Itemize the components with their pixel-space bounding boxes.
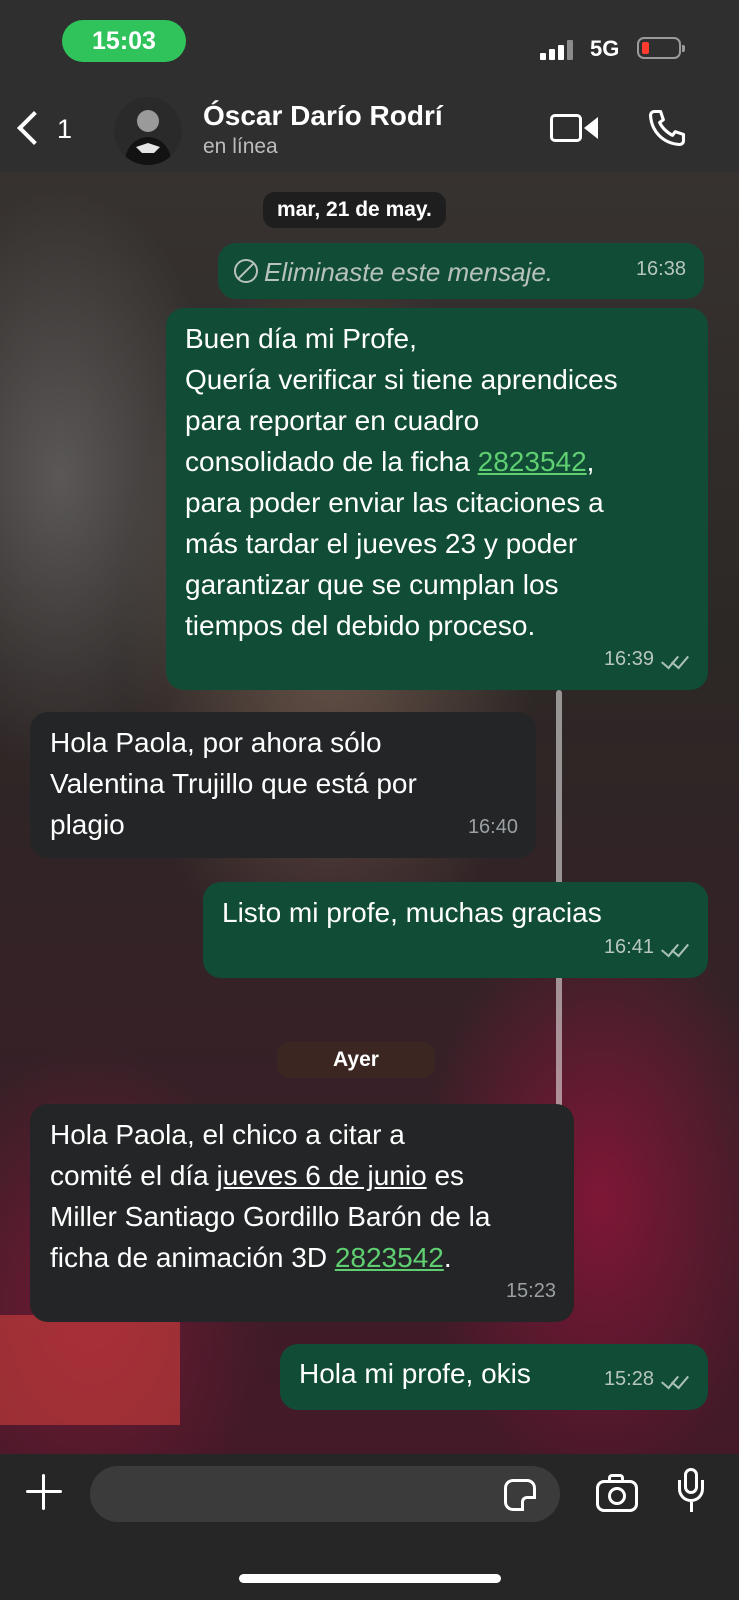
date-separator: Ayer xyxy=(277,1042,435,1078)
contact-name[interactable]: Óscar Darío Rodrí xyxy=(203,100,443,132)
read-receipt-icon xyxy=(660,1372,690,1388)
ficha-link[interactable]: 2823542 xyxy=(478,446,587,477)
chat-header: 1 Óscar Darío Rodrí en línea xyxy=(0,90,739,172)
message-time: 16:41 xyxy=(603,936,654,958)
message-time: 15:23 xyxy=(505,1280,556,1302)
message-time: 15:28 xyxy=(603,1368,654,1390)
voice-call-button[interactable] xyxy=(645,106,689,150)
message-text: Hola mi profe, okis xyxy=(299,1358,531,1389)
deleted-text: Eliminaste este mensaje. xyxy=(264,257,554,287)
message-incoming[interactable]: Hola Paola, el chico a citar a comité el… xyxy=(30,1104,574,1322)
message-text: Listo mi profe, muchas gracias xyxy=(222,897,602,928)
date-link[interactable]: jueves 6 de junio xyxy=(217,1160,427,1191)
date-separator: mar, 21 de may. xyxy=(263,192,446,228)
ficha-link[interactable]: 2823542 xyxy=(335,1242,444,1273)
video-call-icon xyxy=(550,114,582,142)
message-list[interactable]: mar, 21 de may. Eliminaste este mensaje.… xyxy=(0,172,739,1454)
battery-level xyxy=(642,42,649,54)
message-deleted[interactable]: Eliminaste este mensaje. 16:38 xyxy=(218,243,704,299)
status-time: 15:03 xyxy=(62,20,186,62)
read-receipt-icon xyxy=(660,652,690,668)
read-receipt-icon xyxy=(660,940,690,956)
message-outgoing[interactable]: Listo mi profe, muchas gracias 16:41 xyxy=(203,882,708,978)
message-outgoing[interactable]: Hola mi profe, okis 15:28 xyxy=(280,1344,708,1410)
message-text: Hola Paola, por ahora sólo Valentina Tru… xyxy=(50,727,417,840)
camera-button[interactable] xyxy=(596,1474,640,1514)
signal-icon xyxy=(540,40,574,60)
video-call-button[interactable] xyxy=(550,108,600,148)
back-chevron-icon xyxy=(17,111,51,145)
unread-count: 1 xyxy=(57,114,73,144)
battery-icon xyxy=(637,37,685,59)
message-time: 16:38 xyxy=(635,258,686,280)
network-type: 5G xyxy=(590,36,620,61)
message-text: . xyxy=(443,1242,452,1273)
message-outgoing[interactable]: Buen día mi Profe, Quería verificar si t… xyxy=(166,308,708,690)
composer-bar xyxy=(0,1454,739,1600)
status-bar: 15:03 5G xyxy=(0,0,739,90)
message-incoming[interactable]: Hola Paola, por ahora sólo Valentina Tru… xyxy=(30,712,536,858)
phone-icon xyxy=(648,109,686,147)
microphone-button[interactable] xyxy=(676,1468,706,1516)
message-time: 16:40 xyxy=(467,816,518,838)
sticker-icon[interactable] xyxy=(504,1479,536,1511)
deleted-icon xyxy=(234,259,258,283)
attach-plus-icon[interactable] xyxy=(24,1472,64,1512)
back-button[interactable]: 1 xyxy=(14,108,84,154)
contact-status: en línea xyxy=(203,135,278,158)
home-indicator[interactable] xyxy=(239,1574,501,1583)
contact-avatar[interactable] xyxy=(114,97,182,165)
message-input[interactable] xyxy=(90,1466,560,1522)
message-time: 16:39 xyxy=(603,648,654,670)
